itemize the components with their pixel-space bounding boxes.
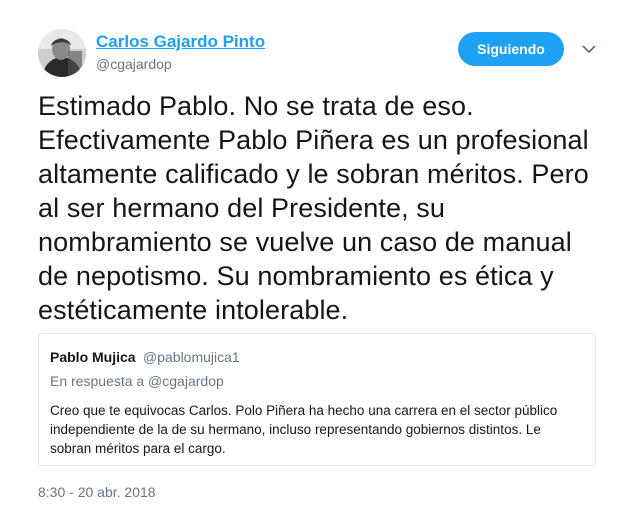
more-options-button[interactable] <box>578 38 600 60</box>
quoted-author-name: Pablo Mujica <box>50 349 136 365</box>
quoted-author-handle: @pablomujica1 <box>143 349 240 365</box>
tweet-timestamp[interactable]: 8:30 - 20 abr. 2018 <box>38 484 156 500</box>
avatar[interactable] <box>38 29 86 77</box>
quoted-tweet[interactable]: Pablo Mujica @pablomujica1 En respuesta … <box>38 333 596 466</box>
tweet-card: Carlos Gajardo Pinto @cgajardop Siguiend… <box>0 0 634 509</box>
quoted-tweet-text: Creo que te equivocas Carlos. Polo Piñer… <box>50 403 558 456</box>
reply-context: En respuesta a @cgajardop <box>50 373 224 389</box>
tweet-text: Estimado Pablo. No se trata de eso. Efec… <box>38 91 589 325</box>
author-handle: @cgajardop <box>96 56 172 72</box>
author-name[interactable]: Carlos Gajardo Pinto <box>96 32 265 52</box>
following-button[interactable]: Siguiendo <box>458 32 564 66</box>
chevron-down-icon <box>582 45 596 53</box>
avatar-photo <box>38 29 86 77</box>
